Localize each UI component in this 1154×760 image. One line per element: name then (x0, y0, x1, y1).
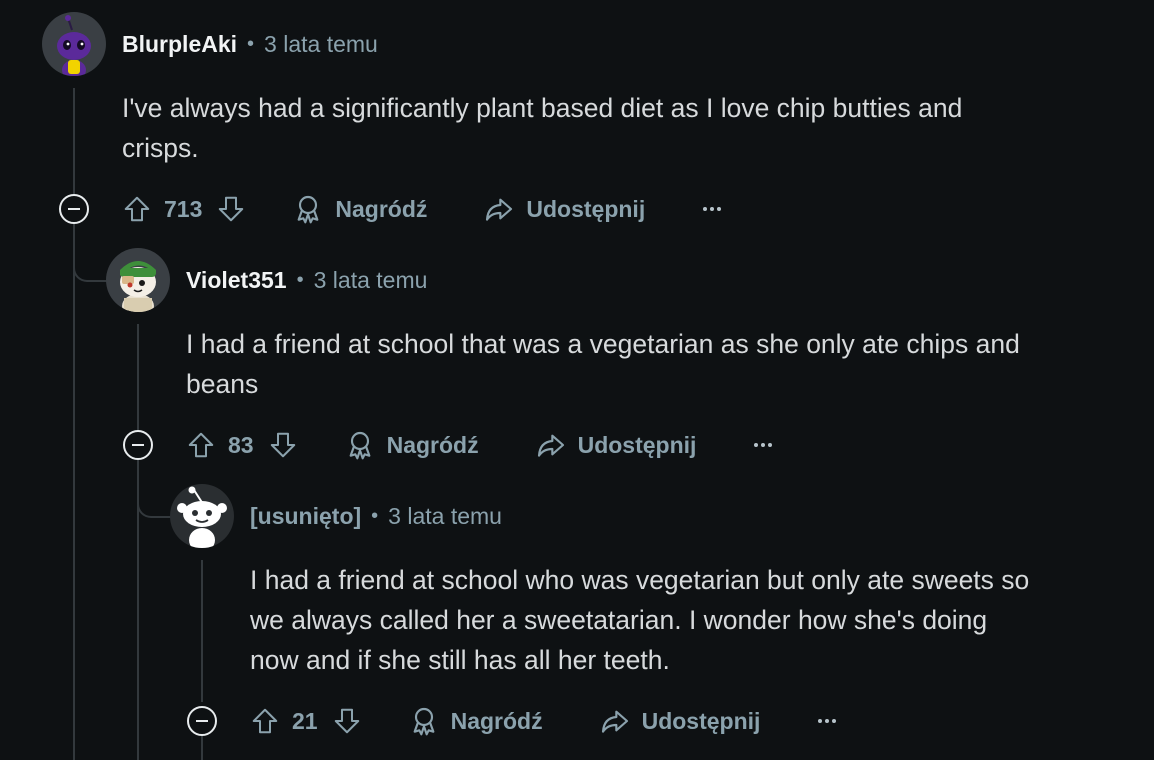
author-name[interactable]: BlurpleAki (122, 31, 237, 58)
award-button[interactable]: Nagródź (344, 429, 479, 461)
collapse-minus-icon (196, 720, 208, 722)
comment-timestamp[interactable]: 3 lata temu (388, 503, 502, 530)
award-label: Nagródź (386, 431, 479, 458)
snoo-avatar-purple-icon (42, 12, 106, 76)
author-name: [usunięto] (250, 502, 362, 529)
more-options-button[interactable] (703, 207, 722, 211)
meta-separator: • (371, 504, 379, 527)
comment-body-line: now and if she still has all her teeth. (250, 645, 670, 675)
award-ribbon-icon (413, 707, 434, 736)
thread-line-level-3-lower (201, 736, 203, 760)
upvote-arrow-icon (188, 432, 214, 458)
upvote-button[interactable] (122, 194, 152, 224)
comment-actions: 83 Nagródź Udostępnij (186, 423, 773, 467)
share-label: Udostępnij (526, 195, 646, 222)
vote-count: 21 (292, 707, 318, 734)
share-arrow-icon (486, 198, 513, 221)
comment-body: I had a friend at school that was a vege… (186, 324, 1020, 404)
downvote-arrow-icon (219, 196, 244, 222)
avatar[interactable] (106, 248, 170, 312)
thread-line-level-1 (73, 88, 75, 194)
comment-timestamp[interactable]: 3 lata temu (314, 267, 428, 294)
upvote-button[interactable] (186, 430, 216, 460)
share-button[interactable]: Udostępnij (535, 429, 697, 461)
award-label: Nagródź (335, 195, 428, 222)
thread-connector-deleted (137, 460, 173, 518)
comment-timestamp[interactable]: 3 lata temu (264, 31, 378, 58)
share-arrow-icon (601, 710, 628, 733)
upvote-arrow-icon (252, 708, 278, 734)
vote-count: 83 (228, 431, 254, 458)
comment-body-line: I had a friend at school who was vegetar… (250, 565, 1030, 595)
share-label: Udostępnij (641, 707, 761, 734)
more-options-button[interactable] (818, 719, 837, 723)
upvote-arrow-icon (124, 196, 150, 222)
meta-separator: • (247, 32, 255, 55)
comment-body-line: we always called her a sweetatarian. I w… (250, 605, 988, 635)
comment-body: I had a friend at school who was vegetar… (250, 560, 1029, 680)
thread-line-level-2 (137, 324, 139, 430)
downvote-button[interactable] (268, 430, 298, 460)
more-dots-icon (818, 719, 823, 723)
author-name[interactable]: Violet351 (186, 267, 287, 294)
award-button[interactable]: Nagródź (292, 193, 427, 225)
share-button[interactable]: Udostępnij (483, 193, 645, 225)
award-button[interactable]: Nagródź (408, 705, 543, 737)
share-button[interactable]: Udostępnij (599, 705, 761, 737)
comment-body-line: I've always had a significantly plant ba… (122, 93, 963, 123)
more-dots-icon (754, 443, 759, 447)
collapse-button[interactable] (59, 194, 89, 224)
award-ribbon-icon (349, 431, 370, 460)
award-label: Nagródź (450, 707, 543, 734)
snoo-avatar-default-icon (170, 484, 234, 548)
upvote-button[interactable] (250, 706, 280, 736)
meta-separator: • (296, 268, 304, 291)
snoo-avatar-bandana-icon (106, 248, 170, 312)
collapse-minus-icon (68, 208, 80, 210)
comment-body-line: beans (186, 369, 259, 399)
thread-connector-violet (73, 224, 109, 282)
collapse-minus-icon (132, 444, 144, 446)
comment-body: I've always had a significantly plant ba… (122, 88, 962, 168)
comment-actions: 713 Nagródź Udostępnij (122, 187, 722, 231)
vote-count: 713 (164, 195, 203, 222)
downvote-button[interactable] (216, 194, 246, 224)
comment-meta: Violet351 • 3 lata temu (186, 248, 427, 312)
share-label: Udostępnij (577, 431, 697, 458)
more-options-button[interactable] (754, 443, 773, 447)
thread-line-level-3 (201, 560, 203, 702)
comment-meta: [usunięto] • 3 lata temu (250, 484, 502, 548)
downvote-arrow-icon (270, 432, 295, 458)
thread-line-level-1-lower (73, 224, 75, 760)
downvote-button[interactable] (332, 706, 362, 736)
share-arrow-icon (537, 434, 564, 457)
collapse-button[interactable] (187, 706, 217, 736)
avatar[interactable] (170, 484, 234, 548)
collapse-button[interactable] (123, 430, 153, 460)
comment-body-line: crisps. (122, 133, 199, 163)
avatar[interactable] (42, 12, 106, 76)
comment-body-line: I had a friend at school that was a vege… (186, 329, 1020, 359)
comment-actions: 21 Nagródź Udostępnij (250, 699, 837, 743)
award-ribbon-icon (297, 195, 319, 224)
more-dots-icon (703, 207, 708, 211)
comment-meta: BlurpleAki • 3 lata temu (122, 12, 378, 76)
downvote-arrow-icon (334, 708, 359, 734)
